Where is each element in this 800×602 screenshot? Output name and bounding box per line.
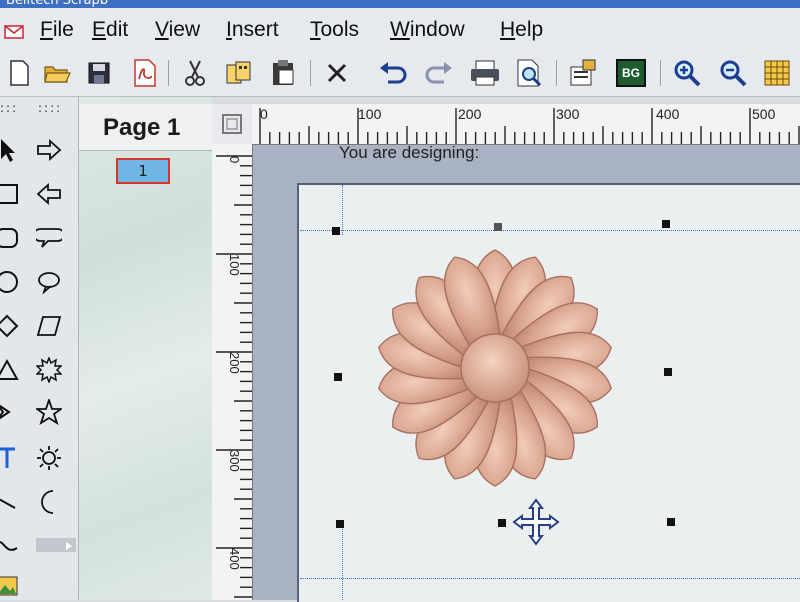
ruler-top-label: 100 — [358, 106, 382, 122]
selection-handle-top-center[interactable] — [494, 223, 502, 231]
open-icon[interactable] — [42, 58, 72, 88]
ruler-left-label: 100 — [227, 254, 242, 276]
rounded-rect-tool-icon[interactable] — [0, 223, 22, 253]
more-shapes-button[interactable] — [36, 538, 76, 552]
line-tool-icon[interactable] — [0, 487, 22, 517]
flower-embellishment[interactable] — [340, 230, 660, 520]
ellipse-tool-icon[interactable] — [0, 267, 22, 297]
selection-handle-middle-left[interactable] — [334, 373, 342, 381]
ruler-top-label: 0 — [260, 106, 268, 122]
menu-edit[interactable]: Edit — [92, 18, 128, 42]
guide-line-horizontal-lower[interactable] — [300, 578, 800, 579]
page-thumbnail[interactable]: 1 — [116, 158, 170, 184]
triangle-tool-icon[interactable] — [0, 355, 22, 385]
vertical-ruler: 0 100 200 300 400 — [212, 144, 253, 600]
pointer-tool-icon[interactable] — [0, 135, 22, 165]
selection-handle-top-right[interactable] — [662, 220, 670, 228]
bg-label: BG — [616, 59, 646, 87]
selection-handle-bottom-center[interactable] — [498, 519, 506, 527]
ruler-left-label: 300 — [227, 450, 242, 472]
copy-icon[interactable] — [224, 58, 254, 88]
delete-icon[interactable] — [322, 58, 352, 88]
menu-bar: File Edit View Insert Tools Window Help — [0, 8, 800, 52]
speech-bubble-icon[interactable] — [34, 223, 64, 253]
move-cursor-icon — [512, 498, 560, 546]
ruler-left-label: 0 — [227, 156, 242, 164]
paste-icon[interactable] — [268, 58, 298, 88]
ruler-corner-button[interactable] — [212, 104, 253, 145]
page-panel-header: Page 1 — [79, 104, 212, 151]
ruler-left-label: 400 — [227, 548, 242, 570]
properties-icon[interactable] — [568, 58, 598, 88]
grid-icon[interactable] — [762, 58, 792, 88]
background-icon[interactable]: BG — [616, 58, 646, 88]
menu-tools[interactable]: Tools — [310, 18, 359, 42]
parallelogram-tool-icon[interactable] — [34, 311, 64, 341]
diamond-tool-icon[interactable] — [0, 311, 22, 341]
palette-grip-2: :::: — [38, 101, 63, 115]
selection-handle-middle-right[interactable] — [664, 368, 672, 376]
ruler-top-label: 200 — [458, 106, 482, 122]
curve-tool-icon[interactable] — [0, 531, 22, 561]
menu-help[interactable]: Help — [500, 18, 543, 42]
undo-icon[interactable] — [378, 58, 408, 88]
page-title: Page 1 — [103, 114, 181, 141]
rectangle-tool-icon[interactable] — [0, 179, 22, 209]
cut-icon[interactable] — [180, 58, 210, 88]
redo-icon[interactable] — [424, 58, 454, 88]
arrow-shape-tool-icon[interactable] — [0, 397, 22, 427]
menu-file[interactable]: File — [40, 18, 74, 42]
print-icon[interactable] — [470, 58, 500, 88]
text-tool-icon[interactable] — [0, 443, 22, 473]
zoom-out-icon[interactable] — [718, 58, 748, 88]
flower-center — [460, 333, 530, 403]
horizontal-ruler: 0 100 200 300 400 500 — [252, 104, 800, 145]
window-title: Belltech Scrapb — [6, 0, 108, 8]
ruler-top-label: 300 — [556, 106, 580, 122]
selection-handle-top-left[interactable] — [332, 227, 340, 235]
pdf-icon[interactable] — [130, 58, 160, 88]
arrow-left-shape-icon[interactable] — [34, 179, 64, 209]
star-shape-icon[interactable] — [34, 397, 64, 427]
burst-shape-icon[interactable] — [34, 355, 64, 385]
thought-bubble-icon[interactable] — [34, 267, 64, 297]
designing-status-label: You are designing: — [339, 143, 480, 162]
moon-shape-icon[interactable] — [34, 487, 64, 517]
zoom-in-icon[interactable] — [672, 58, 702, 88]
preview-icon[interactable] — [514, 58, 544, 88]
ruler-left-label: 200 — [227, 352, 242, 374]
image-tool-icon[interactable] — [0, 571, 22, 601]
guide-line-vertical[interactable] — [342, 185, 343, 235]
new-icon[interactable] — [4, 58, 34, 88]
app-icon — [4, 24, 24, 44]
save-icon[interactable] — [84, 58, 114, 88]
menu-insert[interactable]: Insert — [226, 18, 279, 42]
selection-handle-bottom-right[interactable] — [667, 518, 675, 526]
palette-grip: ::: — [0, 101, 19, 115]
ruler-top-label: 500 — [752, 106, 776, 122]
selection-handle-bottom-left[interactable] — [336, 520, 344, 528]
title-bar: Belltech Scrapb — [0, 0, 800, 8]
arrow-right-shape-icon[interactable] — [34, 135, 64, 165]
ruler-top-label: 400 — [656, 106, 680, 122]
toolbar: BG — [0, 52, 800, 97]
menu-window[interactable]: Window — [390, 18, 465, 42]
menu-view[interactable]: View — [155, 18, 200, 42]
guide-line-vertical-lower[interactable] — [342, 520, 343, 600]
tool-palette: ::: :::: — [0, 97, 79, 600]
sun-shape-icon[interactable] — [34, 443, 64, 473]
